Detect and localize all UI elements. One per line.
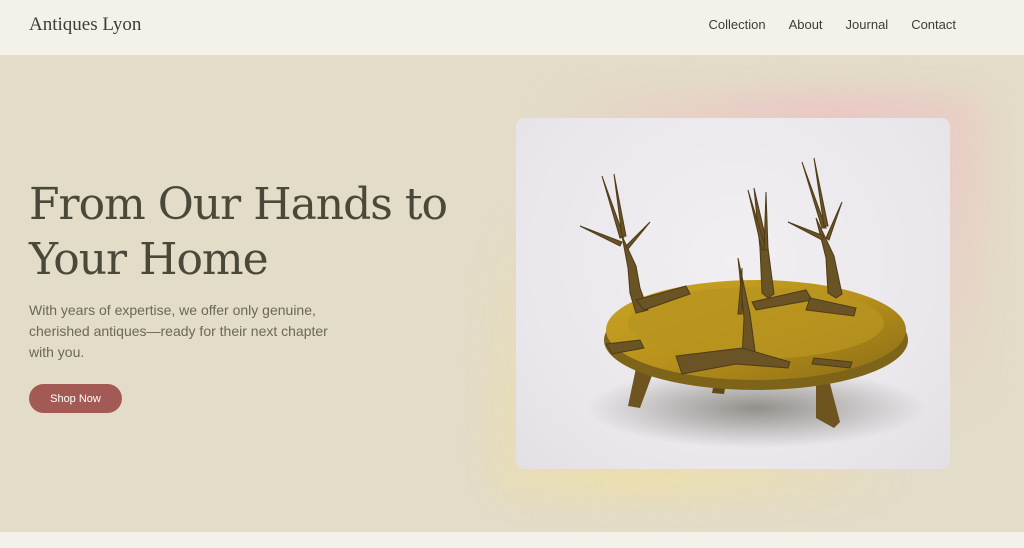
nav-link-about[interactable]: About (789, 17, 823, 32)
antique-bowl-illustration (579, 157, 926, 448)
nav-link-journal[interactable]: Journal (846, 17, 889, 32)
hero-product-image (516, 118, 950, 469)
nav-link-collection[interactable]: Collection (708, 17, 765, 32)
hero-section: From Our Hands to Your Home With years o… (0, 55, 1024, 532)
nav-link-contact[interactable]: Contact (911, 17, 956, 32)
main-nav: Collection About Journal Contact (685, 17, 956, 32)
hero-title: From Our Hands to Your Home (29, 179, 448, 285)
site-brand[interactable]: Antiques Lyon (29, 14, 141, 36)
page-bottom-strip (0, 532, 1024, 548)
shop-now-button[interactable]: Shop Now (29, 384, 122, 413)
site-header: Antiques Lyon Collection About Journal C… (0, 0, 1024, 55)
hero-subtitle: With years of expertise, we offer only g… (29, 302, 328, 360)
